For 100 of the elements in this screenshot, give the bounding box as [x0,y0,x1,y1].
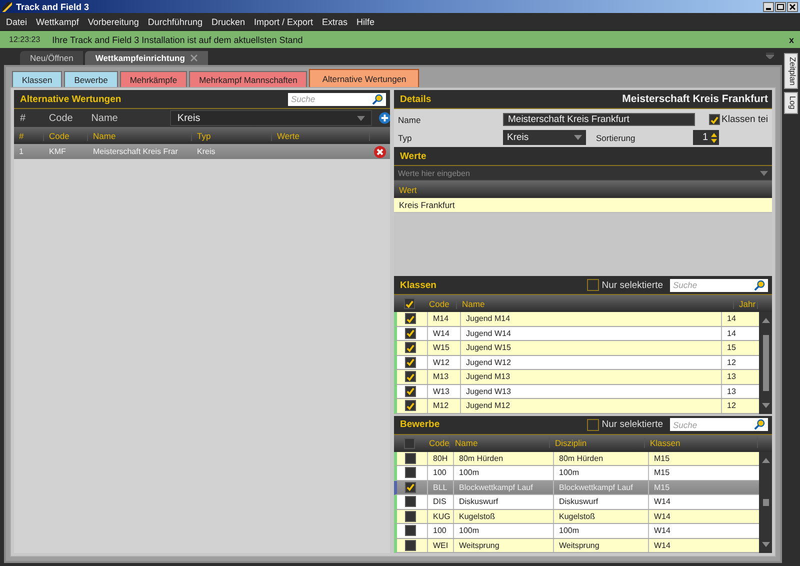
checkbox[interactable] [405,328,416,339]
minimize-icon[interactable] [763,2,774,12]
table-row[interactable]: M14 Jugend M14 14 [394,312,759,326]
document-tab[interactable]: Neu/Öffnen [20,51,84,65]
scroll-thumb[interactable] [762,334,768,391]
dropdown-icon[interactable] [766,53,774,59]
menu-item[interactable]: Durchführung [148,16,202,26]
table-row[interactable]: 100 100m 100m W14 [394,524,759,538]
column-header[interactable]: Jahr [734,298,758,308]
checkbox[interactable] [405,356,416,368]
checkbox[interactable] [405,342,416,354]
scroll-down-icon[interactable] [762,542,770,547]
filter-dropdown[interactable]: Kreis [170,110,372,126]
menu-item[interactable]: Drucken [211,16,245,26]
table-row[interactable]: M13 Jugend M13 13 [394,370,759,384]
table-row[interactable]: M12 Jugend M12 12 [394,399,759,414]
column-header[interactable]: Code [424,298,457,308]
close-icon[interactable] [787,2,798,12]
scroll-down-icon[interactable] [762,402,770,408]
side-tab[interactable]: Log [784,92,798,114]
delete-icon[interactable] [374,146,386,158]
scroll-thumb[interactable] [762,498,768,506]
menu-item[interactable]: Import / Export [254,16,314,26]
table-cell: 15 [721,341,745,354]
tab[interactable]: Alternative Wertungen [309,69,420,87]
column-header[interactable]: Klassen [645,438,758,448]
values-field[interactable]: Werte hier eingeben [394,166,772,181]
checkbox[interactable] [405,400,416,412]
column-header[interactable]: Typ [192,130,272,140]
checkbox[interactable] [405,313,416,324]
table-cell: Blockwettkampf Lauf [453,480,553,494]
checkbox[interactable] [404,438,414,448]
menu-item[interactable]: Vorbereitung [88,16,139,26]
table-row[interactable]: KUG Kugelstoß Kugelstoß W14 [394,510,759,524]
table-cell: WEI [427,538,453,552]
column-header[interactable]: # [14,130,44,140]
caret-icon[interactable] [760,170,768,176]
checkbox[interactable] [405,540,416,551]
table-row[interactable]: DIS Diskuswurf Diskuswurf W14 [394,495,759,510]
add-icon[interactable] [378,112,390,124]
table-cell-text: Kreis [196,147,216,156]
tab[interactable]: Mehrkämpfe [120,71,188,87]
table-row[interactable]: W15 Jugend W15 15 [394,341,759,356]
table-row[interactable]: W13 Jugend W13 13 [394,384,759,399]
search-field[interactable]: Suche [670,278,768,292]
table-cell: Jugend W12 [460,356,721,369]
checkbox[interactable] [405,452,416,464]
menu-item[interactable]: Datei [6,16,28,26]
menu-item[interactable]: Extras [322,16,348,26]
menu-item[interactable]: Hilfe [356,16,375,26]
spinner-arrows-icon[interactable] [710,130,718,144]
tab[interactable]: Bewerbe [64,71,118,87]
table-row[interactable]: 80H 80m Hürden 80m Hürden M15 [394,452,759,466]
checkbox[interactable] [405,371,416,382]
table-cell: Jugend M14 [460,312,721,326]
maximize-icon[interactable] [775,2,786,12]
checkbox[interactable] [405,467,416,478]
search-field[interactable]: Suche [288,92,386,106]
column-header[interactable]: Code [424,438,450,448]
checkbox[interactable] [586,279,599,291]
document-tab[interactable]: Wettkampfeinrichtung [85,51,208,65]
tab[interactable]: Klassen [12,71,62,87]
sort-spinner[interactable]: 1 [693,130,719,145]
table-row[interactable]: W12 Jugend W12 12 [394,356,759,370]
table-row[interactable]: 100 100m 100m M15 [394,466,759,480]
checkbox[interactable] [405,525,416,536]
side-tab[interactable]: Zeitplan [784,53,798,90]
scrollbar[interactable] [759,452,772,553]
table-row[interactable]: W14 Jugend W14 14 [394,326,759,341]
tab[interactable]: Mehrkampf Mannschaften [189,71,308,87]
caret-icon [574,135,582,140]
column-header[interactable]: Name [457,298,734,308]
search-icon [754,280,765,290]
checkbox[interactable] [405,482,416,493]
notification-close[interactable]: x [788,34,794,44]
name-field[interactable]: Meisterschaft Kreis Frankfurt [503,113,695,126]
column-header[interactable]: Disziplin [550,438,645,448]
scroll-up-icon[interactable] [762,458,770,462]
checkbox[interactable] [405,510,416,522]
checkbox[interactable] [405,386,416,397]
table-cell: 100m [453,524,553,538]
column-header[interactable]: Name [88,130,192,140]
menu-item[interactable]: Wettkampf [36,16,79,26]
checkbox[interactable] [586,418,599,430]
checkbox[interactable] [708,114,720,125]
scroll-up-icon[interactable] [762,318,770,323]
column-header[interactable]: Name [450,438,550,448]
type-dropdown[interactable]: Kreis [503,130,586,145]
column-header[interactable]: Code [44,130,88,140]
column-header[interactable]: Werte [272,130,370,140]
table-cell: BLL [427,480,453,494]
values-input[interactable]: Werte hier eingeben [398,168,760,178]
checkbox[interactable] [404,298,414,309]
table-cell: M14 [427,312,460,326]
checkbox[interactable] [405,496,416,508]
search-field[interactable]: Suche [670,418,768,431]
scrollbar[interactable] [759,312,772,414]
table-cell: 12 [721,399,745,412]
column-header[interactable]: Wert [394,184,417,194]
table-row[interactable]: WEI Weitsprung Weitsprung W14 [394,538,759,553]
